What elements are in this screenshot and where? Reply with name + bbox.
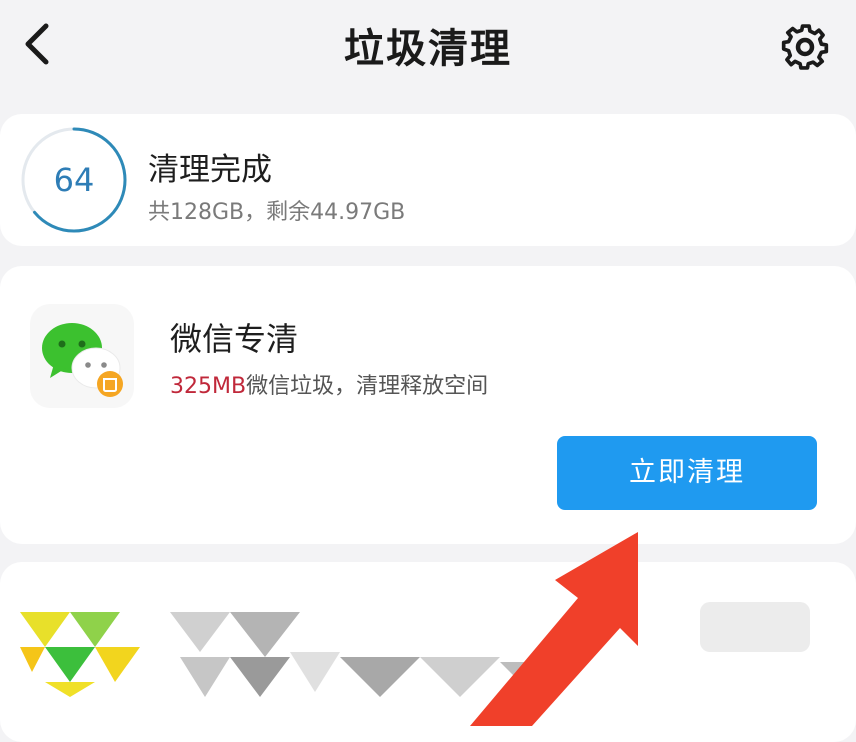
page-title: 垃圾清理	[344, 26, 512, 72]
wechat-junk-description: 325MB微信垃圾，清理释放空间	[170, 368, 488, 400]
wechat-junk-amount: 325MB	[170, 374, 247, 399]
storage-card[interactable]: 64 清理完成 共128GB，剩余44.97GB	[0, 114, 856, 246]
storage-status-title: 清理完成	[148, 152, 272, 188]
red-pointer-arrow	[470, 532, 638, 726]
blurred-content	[20, 602, 810, 697]
wechat-clean-card: 微信专清 325MB微信垃圾，清理释放空间 立即清理	[0, 266, 856, 544]
storage-summary: 共128GB，剩余44.97GB	[148, 200, 406, 225]
gear-icon	[781, 24, 829, 70]
settings-button[interactable]	[776, 18, 834, 76]
wechat-clean-title: 微信专清	[170, 320, 299, 358]
wechat-icon	[30, 304, 134, 408]
top-bar: 垃圾清理	[0, 0, 856, 96]
wechat-junk-text: 微信垃圾，清理释放空间	[246, 374, 489, 399]
clean-now-button[interactable]: 立即清理	[557, 436, 817, 510]
storage-score: 64	[53, 161, 95, 199]
next-clean-card[interactable]	[0, 562, 856, 742]
